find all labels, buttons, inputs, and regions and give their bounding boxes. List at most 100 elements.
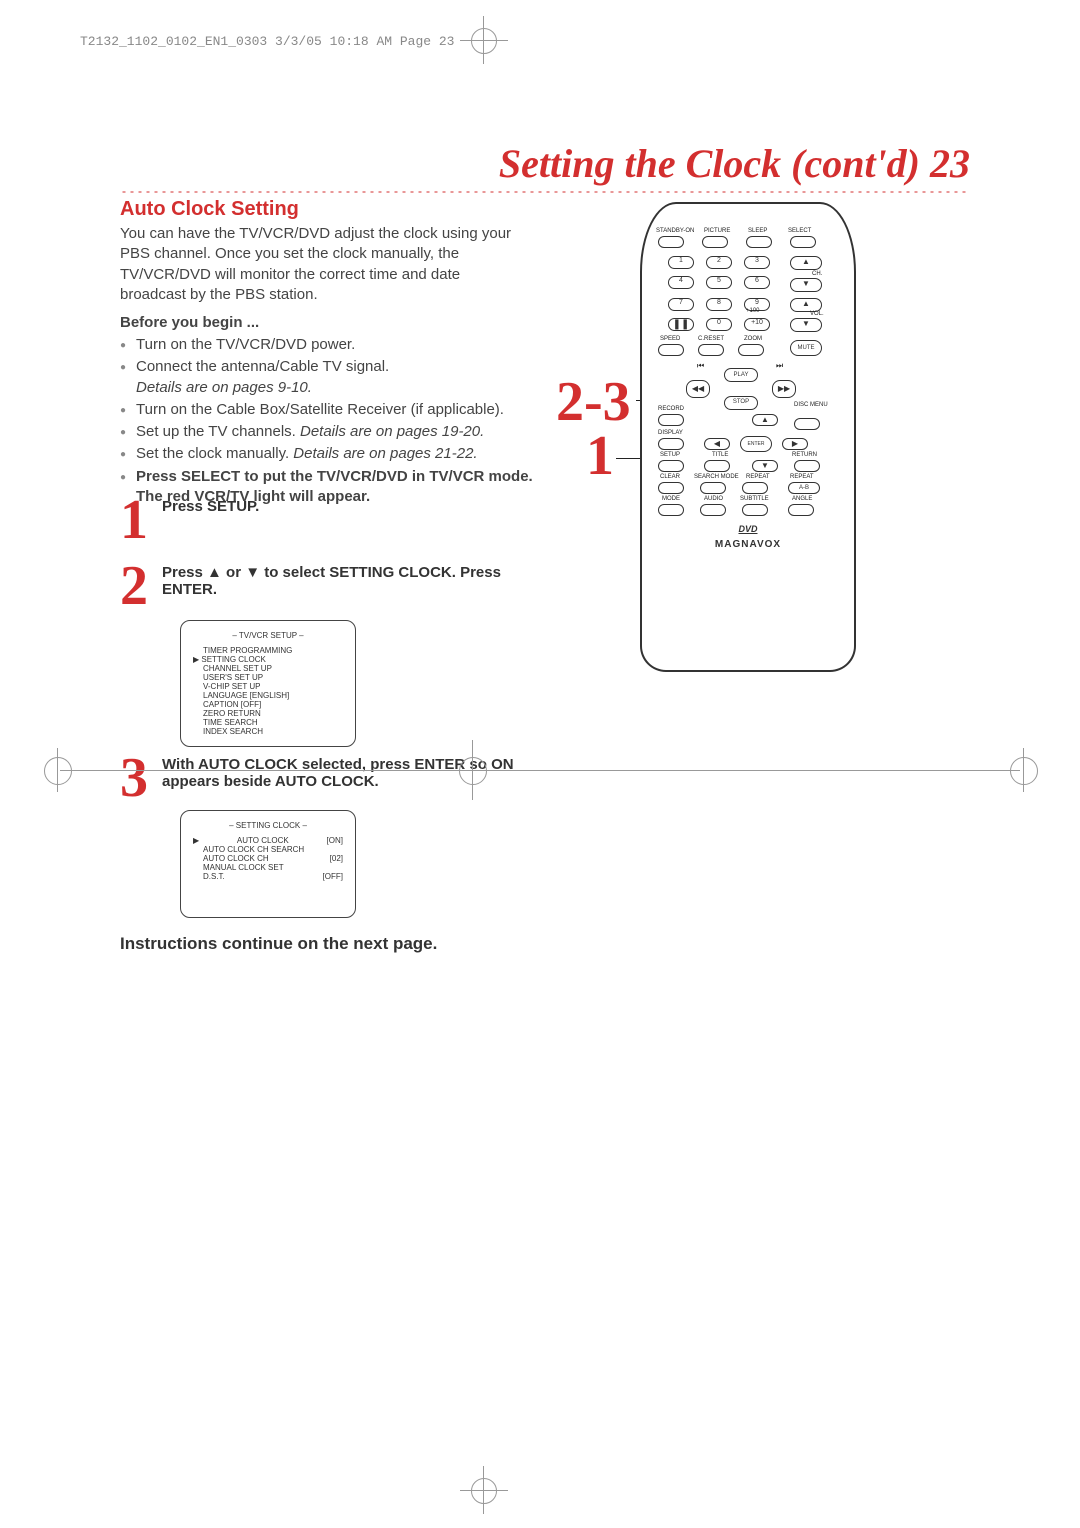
- intro-text: You can have the TV/VCR/DVD adjust the c…: [120, 224, 520, 305]
- osd-line: V-CHIP SET UP: [193, 682, 343, 691]
- lbl-title: TITLE: [712, 452, 728, 458]
- btn-sleep[interactable]: [746, 236, 772, 248]
- btn-5[interactable]: 5: [706, 276, 732, 289]
- reg-mark-icon: [57, 748, 58, 792]
- before-item: Turn on the Cable Box/Satellite Receiver…: [120, 400, 540, 420]
- osd2-title: – SETTING CLOCK –: [193, 821, 343, 830]
- btn-vol-up[interactable]: ▲: [790, 298, 822, 312]
- continue-text: Instructions continue on the next page.: [120, 934, 437, 954]
- btn-creset[interactable]: [698, 344, 724, 356]
- lbl-creset: C.RESET: [698, 336, 724, 342]
- lbl-sleep: SLEEP: [748, 228, 767, 234]
- btn-2[interactable]: 2: [706, 256, 732, 269]
- print-header: T2132_1102_0102_EN1_0303 3/3/05 10:18 AM…: [80, 34, 454, 49]
- lbl-select: SELECT: [788, 228, 811, 234]
- step-1: 1 Press SETUP.: [120, 498, 259, 548]
- btn-vol-down[interactable]: ▼: [790, 318, 822, 332]
- btn-zoom[interactable]: [738, 344, 764, 356]
- btn-pause-icon[interactable]: ❚❚: [668, 318, 694, 331]
- btn-title[interactable]: [704, 460, 730, 472]
- btn-record[interactable]: [658, 414, 684, 426]
- osd-line: AUTO CLOCK CH[02]: [193, 854, 343, 863]
- step-text-2: Press ▲ or ▼ to select SETTING CLOCK. Pr…: [162, 564, 522, 598]
- btn-4[interactable]: 4: [668, 276, 694, 289]
- btn-down[interactable]: ▼: [752, 460, 778, 472]
- lbl-return: RETURN: [792, 452, 817, 458]
- btn-select[interactable]: [790, 236, 816, 248]
- lbl-clear: CLEAR: [660, 474, 680, 480]
- btn-speed[interactable]: [658, 344, 684, 356]
- reg-mark-icon: [1010, 757, 1038, 785]
- dvd-logo: DVD: [654, 524, 842, 534]
- lbl-search: SEARCH MODE: [694, 474, 739, 480]
- btn-ch-up[interactable]: ▲: [790, 256, 822, 270]
- btn-1[interactable]: 1: [668, 256, 694, 269]
- btn-enter[interactable]: ENTER: [740, 436, 772, 452]
- before-item: Set up the TV channels. Details are on p…: [120, 422, 540, 442]
- osd-tvvcr-setup: – TV/VCR SETUP – TIMER PROGRAMMINGSETTIN…: [180, 620, 356, 747]
- osd-line: INDEX SEARCH: [193, 727, 343, 736]
- btn-3[interactable]: 3: [744, 256, 770, 269]
- btn-7[interactable]: 7: [668, 298, 694, 311]
- btn-mode[interactable]: [658, 504, 684, 516]
- btn-audio[interactable]: [700, 504, 726, 516]
- btn-stop[interactable]: STOP: [724, 396, 758, 410]
- lbl-audio: AUDIO: [704, 496, 723, 502]
- btn-clear[interactable]: [658, 482, 684, 494]
- section-title: Auto Clock Setting: [120, 198, 299, 221]
- btn-play[interactable]: PLAY: [724, 368, 758, 382]
- btn-setup[interactable]: [658, 460, 684, 472]
- reg-mark-icon: [471, 1478, 497, 1504]
- before-item: Turn on the TV/VCR/DVD power.: [120, 335, 540, 355]
- brand: MAGNAVOX: [654, 539, 842, 550]
- btn-return[interactable]: [794, 460, 820, 472]
- remote-control: STANDBY-ON PICTURE SLEEP SELECT 1 2 3 4 …: [640, 202, 856, 672]
- osd-line: AUTO CLOCK CH SEARCH: [193, 845, 343, 854]
- btn-repeat[interactable]: [742, 482, 768, 494]
- btn-mute[interactable]: MUTE: [790, 340, 822, 356]
- reg-mark-icon: [1023, 748, 1024, 792]
- btn-plus10[interactable]: +10: [744, 318, 770, 331]
- step-text-1: Press SETUP.: [162, 498, 259, 515]
- step-num-3: 3: [120, 750, 148, 806]
- btn-0[interactable]: 0: [706, 318, 732, 331]
- before-item: Set the clock manually. Details are on p…: [120, 444, 540, 464]
- before-list: Turn on the TV/VCR/DVD power. Connect th…: [120, 335, 540, 507]
- reg-mark-icon: [459, 757, 487, 785]
- osd-line: ZERO RETURN: [193, 709, 343, 718]
- btn-up[interactable]: ▲: [752, 414, 778, 426]
- btn-6[interactable]: 6: [744, 276, 770, 289]
- btn-discmenu[interactable]: [794, 418, 820, 430]
- osd-line: CHANNEL SET UP: [193, 664, 343, 673]
- reg-mark-icon: [60, 770, 1020, 771]
- lbl-angle: ANGLE: [792, 496, 812, 502]
- page-title: Setting the Clock (cont'd) 23: [499, 140, 970, 187]
- btn-repeat-ab[interactable]: A-B: [788, 482, 820, 494]
- lbl-plus100: +100: [746, 308, 760, 314]
- step-2: 2 Press ▲ or ▼ to select SETTING CLOCK. …: [120, 564, 522, 614]
- btn-right[interactable]: ▶: [782, 438, 808, 450]
- btn-picture[interactable]: [702, 236, 728, 248]
- before-you-begin: Before you begin ... Turn on the TV/VCR/…: [120, 314, 540, 509]
- btn-ch-down[interactable]: ▼: [790, 278, 822, 292]
- btn-left[interactable]: ◀: [704, 438, 730, 450]
- lbl-standby: STANDBY-ON: [656, 228, 694, 234]
- lbl-subtitle: SUBTITLE: [740, 496, 769, 502]
- btn-subtitle[interactable]: [742, 504, 768, 516]
- osd-line: TIME SEARCH: [193, 718, 343, 727]
- btn-searchmode[interactable]: [700, 482, 726, 494]
- osd-setting-clock: – SETTING CLOCK – AUTO CLOCK[ON]AUTO CLO…: [180, 810, 356, 918]
- btn-standby[interactable]: [658, 236, 684, 248]
- osd-line: CAPTION [OFF]: [193, 700, 343, 709]
- step-num-1: 1: [120, 492, 148, 548]
- btn-ff[interactable]: ▶▶: [772, 380, 796, 398]
- btn-8[interactable]: 8: [706, 298, 732, 311]
- btn-rew[interactable]: ◀◀: [686, 380, 710, 398]
- btn-display[interactable]: [658, 438, 684, 450]
- btn-angle[interactable]: [788, 504, 814, 516]
- lbl-speed: SPEED: [660, 336, 680, 342]
- before-item: Connect the antenna/Cable TV signal. Det…: [120, 357, 540, 398]
- osd-line: SETTING CLOCK: [193, 655, 343, 664]
- lbl-setup: SETUP: [660, 452, 680, 458]
- reg-mark-icon: [44, 757, 72, 785]
